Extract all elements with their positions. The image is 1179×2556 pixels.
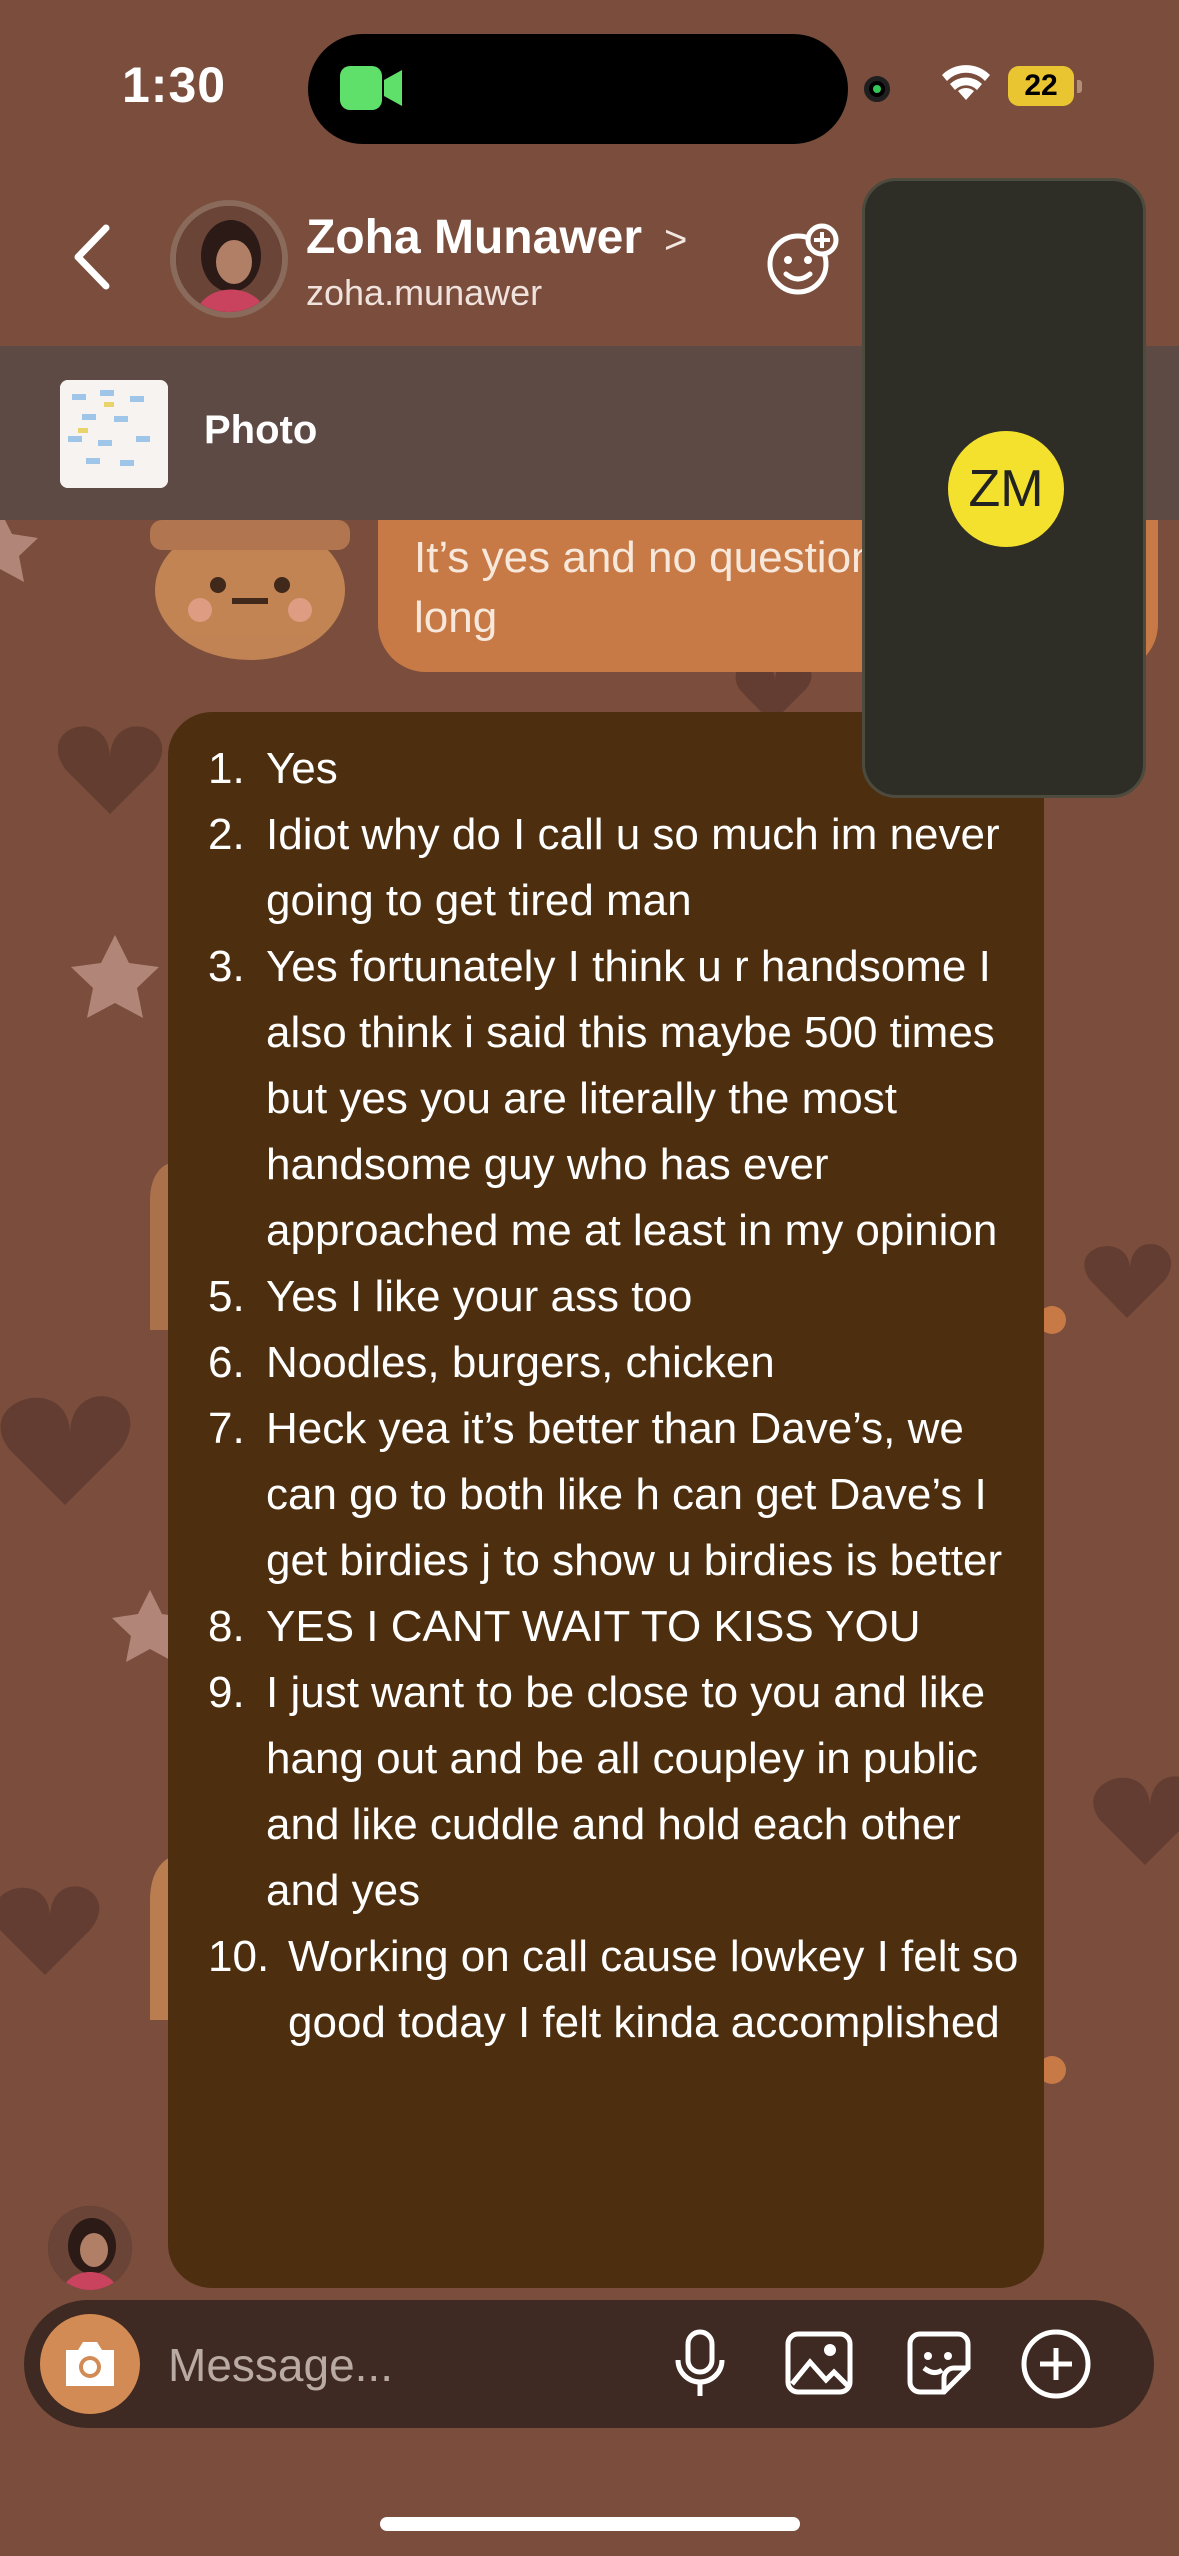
effects-icon[interactable] [762, 220, 842, 300]
list-item: 9. I just want to be close to you and lik… [208, 1660, 1028, 1924]
camera-button[interactable] [40, 2314, 140, 2414]
call-pip-window[interactable]: ZM [862, 178, 1146, 798]
photo-preview [60, 380, 168, 488]
list-number: 6. [208, 1338, 245, 1387]
message-list: 1. Yes 2. Idiot why do I call u so much im… [208, 736, 1028, 2056]
list-text: I just want to be close to you and like … [266, 1668, 986, 1915]
list-number: 10. [208, 1932, 270, 1981]
plus-icon[interactable] [1020, 2328, 1092, 2400]
camera-icon [66, 2342, 114, 2386]
wifi-icon [942, 65, 990, 100]
avatar-photo [48, 2206, 132, 2290]
status-bar: 1:30 22 [0, 0, 1179, 170]
list-number: 1. [208, 744, 245, 793]
list-text: Heck yea it’s better than Dave’s, we can… [266, 1404, 1003, 1585]
message-composer [24, 2300, 1154, 2428]
list-item: 5. Yes I like your ass too [208, 1264, 1028, 1330]
back-icon[interactable] [70, 222, 114, 292]
video-call-icon [340, 66, 402, 110]
contact-name[interactable]: Zoha Munawer [306, 210, 642, 265]
list-text: Yes fortunately I think u r handsome I a… [266, 942, 998, 1255]
list-item: 7. Heck yea it’s better than Dave’s, we c… [208, 1396, 1028, 1594]
list-text: Idiot why do I call u so much im never g… [266, 810, 1000, 925]
avatar-photo [176, 206, 282, 312]
pinned-label: Photo [204, 408, 318, 452]
list-number: 9. [208, 1668, 245, 1717]
contact-username[interactable]: zoha.munawer [306, 272, 542, 314]
list-text: Working on call cause lowkey I felt so g… [288, 1932, 1019, 2047]
list-number: 8. [208, 1602, 245, 1651]
chevron-right-icon[interactable]: > [664, 218, 687, 263]
list-item: 10. Working on call cause lowkey I felt s… [208, 1924, 1028, 2056]
gallery-icon[interactable] [784, 2328, 854, 2398]
list-text: Yes I like your ass too [266, 1272, 693, 1321]
list-item: 8. YES I CANT WAIT TO KISS YOU [208, 1594, 1028, 1660]
sender-avatar[interactable] [48, 2206, 132, 2290]
list-item: 3. Yes fortunately I think u r handsome I… [208, 934, 1028, 1264]
status-time: 1:30 [122, 57, 227, 113]
contact-avatar[interactable] [170, 200, 288, 318]
list-item: 2. Idiot why do I call u so much im never… [208, 802, 1028, 934]
caller-initials-avatar: ZM [948, 431, 1064, 547]
list-number: 3. [208, 942, 245, 991]
camera-in-use-indicator [864, 76, 890, 102]
list-number: 5. [208, 1272, 245, 1321]
microphone-icon[interactable] [670, 2328, 730, 2400]
list-number: 7. [208, 1404, 245, 1453]
sticker-icon[interactable] [904, 2328, 974, 2398]
list-item: 6. Noodles, burgers, chicken [208, 1330, 1028, 1396]
message-input[interactable] [166, 2330, 670, 2400]
home-indicator[interactable] [380, 2517, 800, 2531]
list-text: Noodles, burgers, chicken [266, 1338, 775, 1387]
dynamic-island[interactable] [308, 34, 848, 144]
battery-indicator: 22 [1008, 66, 1082, 106]
list-text: YES I CANT WAIT TO KISS YOU [266, 1602, 921, 1651]
photo-thumbnail[interactable] [60, 380, 168, 488]
incoming-message-bubble[interactable]: 1. Yes 2. Idiot why do I call u so much im… [168, 712, 1044, 2288]
list-number: 2. [208, 810, 245, 859]
